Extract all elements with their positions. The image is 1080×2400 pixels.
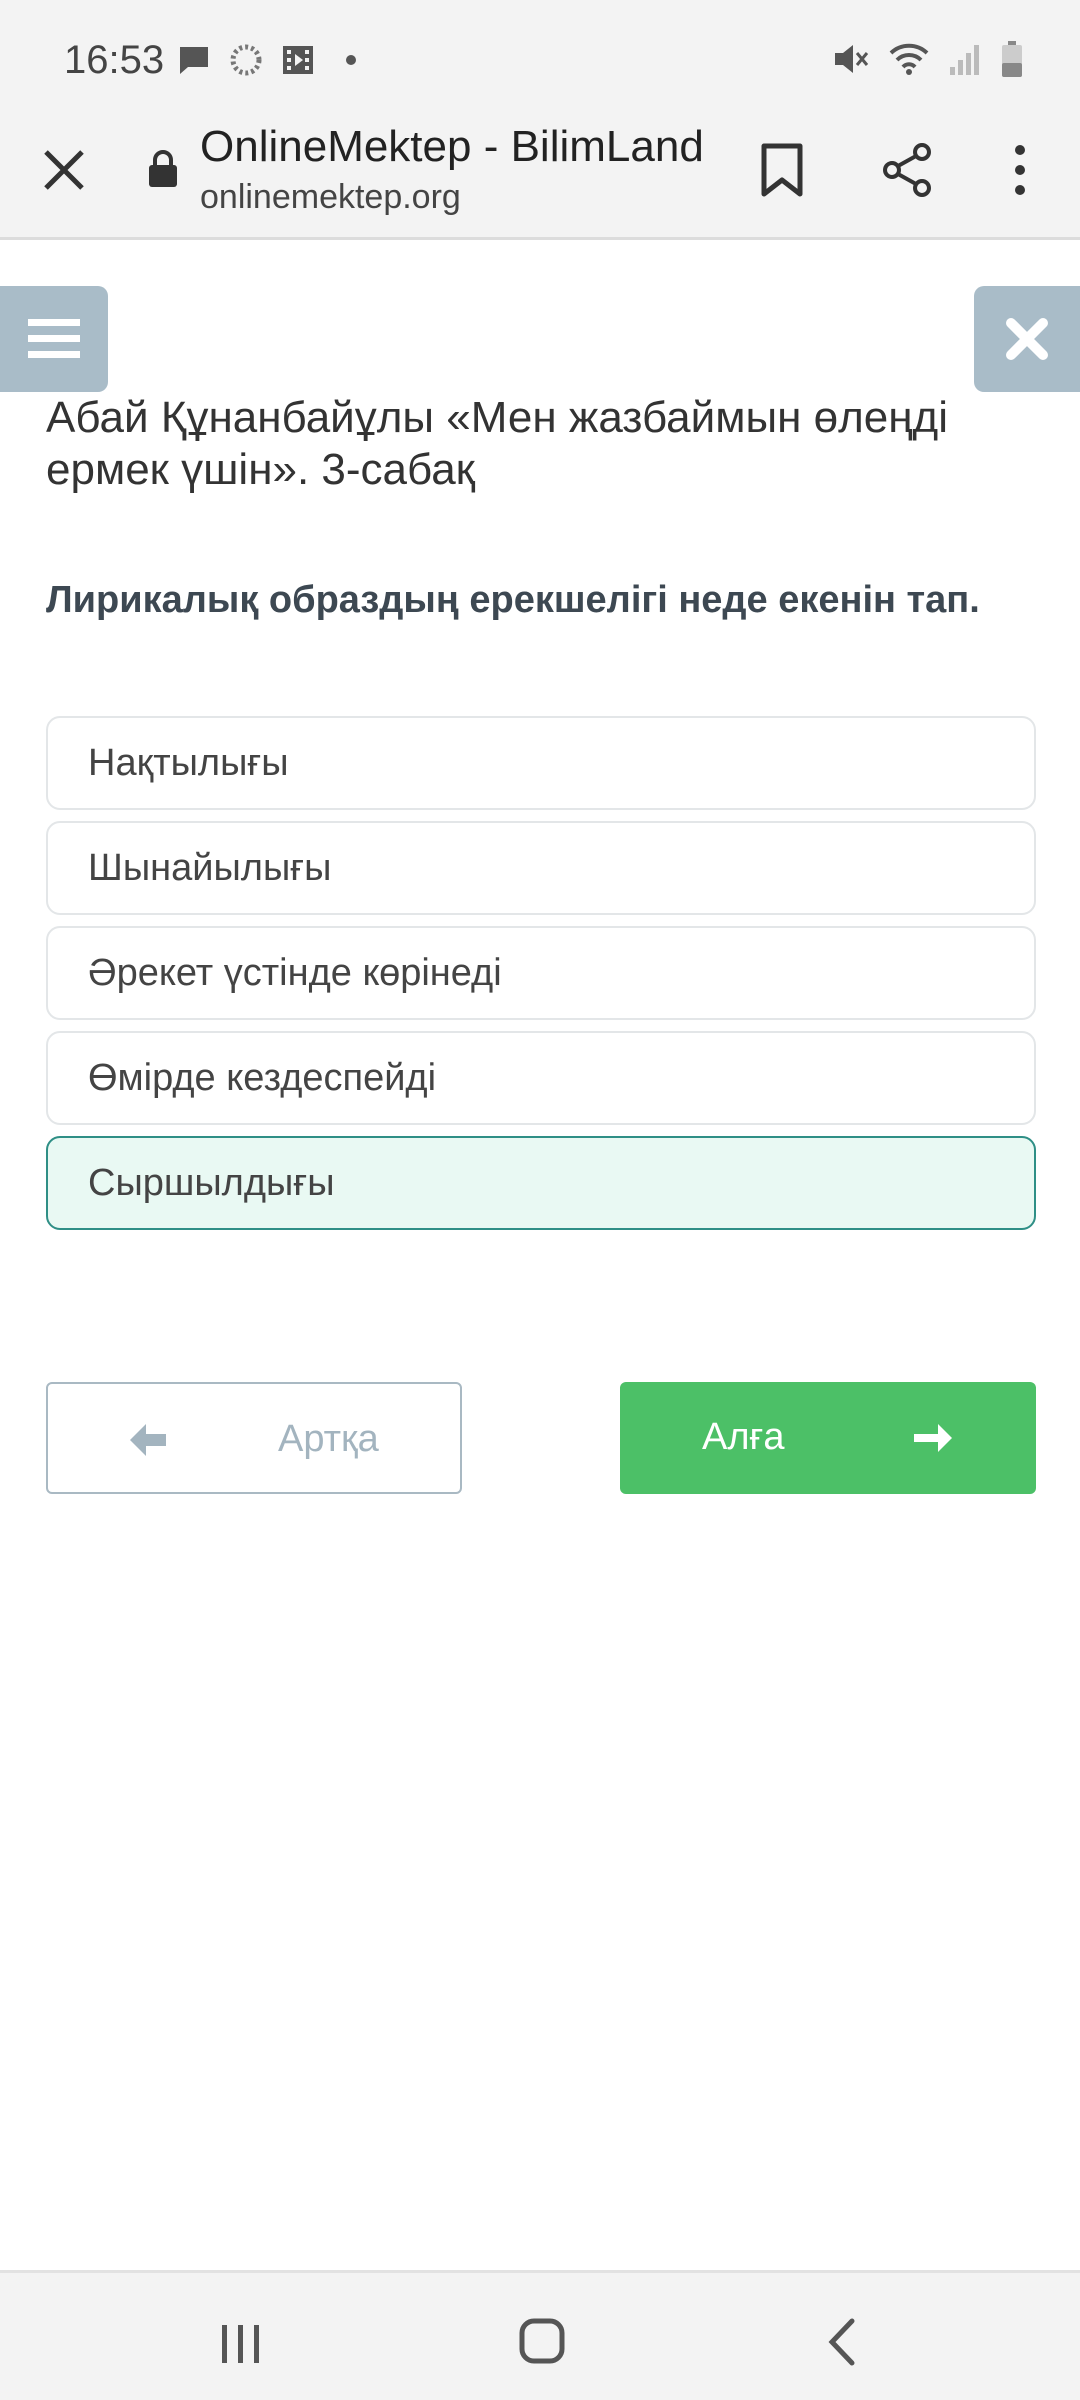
- answer-options: Нақтылығы Шынайылығы Әрекет үстінде көрі…: [46, 716, 1036, 1241]
- answer-option[interactable]: Шынайылығы: [46, 821, 1036, 915]
- share-icon[interactable]: [878, 140, 938, 200]
- question-text: Лирикалық образдың ерекшелігі неде екені…: [46, 579, 980, 621]
- close-lesson-button[interactable]: [974, 286, 1080, 392]
- answer-option[interactable]: Нақтылығы: [46, 716, 1036, 810]
- answer-option-selected[interactable]: Сыршылдығы: [46, 1136, 1036, 1230]
- browser-toolbar: OnlineMektep - BilimLand onlinemektep.or…: [0, 120, 1080, 240]
- answer-option[interactable]: Әрекет үстінде көрінеді: [46, 926, 1036, 1020]
- more-icon[interactable]: [1000, 140, 1040, 200]
- lock-icon[interactable]: [146, 148, 180, 188]
- battery-icon: [1002, 41, 1022, 77]
- back-button-label: Артқа: [278, 1418, 379, 1460]
- recent-apps-icon[interactable]: [218, 2321, 264, 2367]
- hamburger-icon: [28, 319, 80, 358]
- menu-button[interactable]: [0, 286, 108, 392]
- bookmark-icon[interactable]: [756, 140, 808, 200]
- arrow-right-icon: [914, 1424, 952, 1452]
- answer-option[interactable]: Өмірде кездеспейді: [46, 1031, 1036, 1125]
- back-button[interactable]: Артқа: [46, 1382, 462, 1494]
- system-nav-bar: [0, 2270, 1080, 2400]
- mute-icon: [835, 45, 869, 73]
- notification-icons: [176, 42, 356, 78]
- signal-icon: [950, 45, 979, 75]
- system-icons: [832, 40, 1024, 78]
- home-icon[interactable]: [518, 2317, 566, 2365]
- page-title[interactable]: OnlineMektep - BilimLand: [200, 122, 710, 172]
- url-text[interactable]: onlinemektep.org: [200, 178, 461, 217]
- video-icon: [283, 46, 313, 74]
- back-icon[interactable]: [822, 2317, 862, 2367]
- close-icon[interactable]: [36, 142, 92, 198]
- status-bar: 16:53: [0, 0, 1080, 120]
- message-icon: [180, 47, 208, 74]
- next-button[interactable]: Алға: [620, 1382, 1036, 1494]
- sync-icon: [230, 44, 262, 76]
- notification-dot-icon: [346, 55, 356, 65]
- lesson-title: Абай Құнанбайұлы «Мен жазбаймын өлеңді е…: [46, 393, 948, 494]
- next-button-label: Алға: [702, 1416, 785, 1458]
- close-icon: [1006, 318, 1048, 360]
- status-time: 16:53: [64, 38, 165, 82]
- arrow-left-icon: [130, 1424, 166, 1456]
- wifi-icon: [889, 43, 929, 75]
